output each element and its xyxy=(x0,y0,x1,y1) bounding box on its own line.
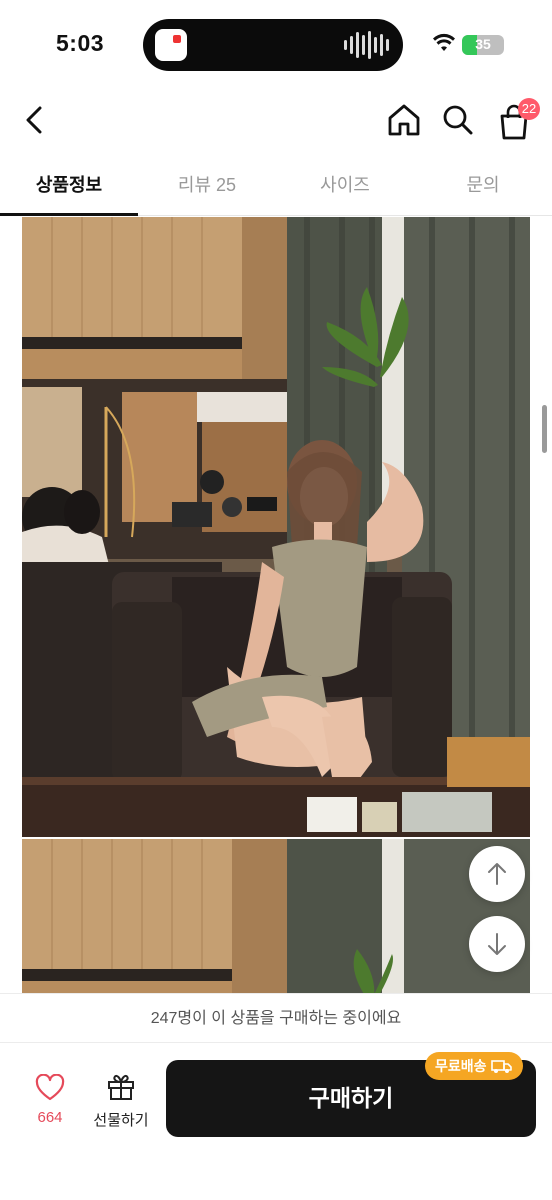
cart-count-badge: 22 xyxy=(518,98,540,120)
like-count: 664 xyxy=(37,1109,63,1126)
tab-inquiry[interactable]: 문의 xyxy=(414,160,552,215)
status-time: 5:03 xyxy=(56,30,105,56)
search-icon xyxy=(443,105,473,135)
free-shipping-label: 무료배송 xyxy=(435,1058,487,1074)
bottom-action-bar: 664 선물하기 구매하기 무료배송 xyxy=(0,1044,552,1200)
heart-icon xyxy=(35,1073,65,1101)
battery-indicator: 35 xyxy=(462,35,504,55)
product-detail-content xyxy=(0,217,552,993)
gift-label: 선물하기 xyxy=(93,1112,149,1129)
header: 22 xyxy=(0,88,552,152)
product-photo xyxy=(22,217,530,837)
free-shipping-badge: 무료배송 xyxy=(425,1052,523,1080)
scroll-up-button[interactable] xyxy=(469,846,525,902)
gift-icon xyxy=(108,1074,134,1100)
gift-button[interactable]: 선물하기 xyxy=(88,1072,154,1136)
battery-label: 35 xyxy=(475,36,491,52)
buyers-notice: 247명이 이 상품을 구매하는 중이에요 xyxy=(0,993,552,1043)
product-tabs: 상품정보 리뷰 25 사이즈 문의 xyxy=(0,160,552,216)
home-button[interactable] xyxy=(384,100,424,140)
wifi-icon xyxy=(433,33,455,51)
cart-button[interactable]: 22 xyxy=(494,98,540,142)
arrow-down-icon xyxy=(488,933,506,955)
product-photo-image xyxy=(22,217,530,837)
back-button[interactable] xyxy=(18,100,54,140)
status-bar: 5:03 35 xyxy=(0,0,552,88)
now-playing-app-icon xyxy=(155,29,187,61)
dynamic-island xyxy=(143,19,403,71)
back-icon xyxy=(26,106,42,134)
search-button[interactable] xyxy=(438,100,478,140)
product-photo-next xyxy=(22,839,530,993)
tab-product-info[interactable]: 상품정보 xyxy=(0,160,138,216)
home-icon xyxy=(388,104,420,136)
scrollbar-thumb[interactable] xyxy=(542,405,547,453)
tab-reviews[interactable]: 리뷰 25 xyxy=(138,160,276,215)
truck-icon xyxy=(490,1060,512,1073)
product-photo-next-image xyxy=(22,839,530,993)
tab-size[interactable]: 사이즈 xyxy=(276,160,414,215)
scroll-down-button[interactable] xyxy=(469,916,525,972)
audio-wave-icon xyxy=(344,31,389,59)
like-button[interactable]: 664 xyxy=(22,1073,78,1136)
arrow-up-icon xyxy=(488,863,506,885)
